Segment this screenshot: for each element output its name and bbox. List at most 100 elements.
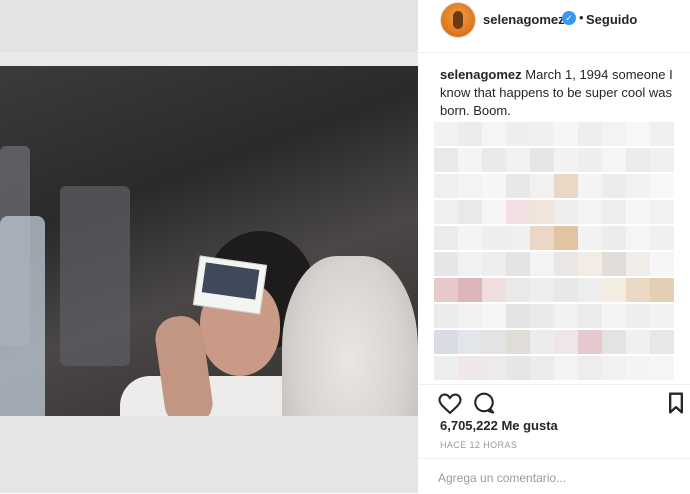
mosaic-tile	[482, 148, 506, 172]
mosaic-tile	[554, 200, 578, 224]
mosaic-tile	[434, 330, 458, 354]
mosaic-tile	[434, 304, 458, 328]
mosaic-tile	[458, 122, 482, 146]
car-window	[60, 186, 130, 366]
mosaic-tile	[626, 356, 650, 380]
post-side-panel: selenagomez ✓ • Seguido selenagomez Marc…	[418, 0, 690, 493]
post-caption: selenagomez March 1, 1994 someone I know…	[440, 66, 676, 120]
like-count[interactable]: 6,705,222 Me gusta	[440, 418, 558, 433]
mosaic-tile	[506, 252, 530, 276]
mosaic-tile	[650, 122, 674, 146]
photo-border-bottom	[0, 416, 418, 493]
mosaic-tile	[602, 304, 626, 328]
mosaic-tile	[650, 330, 674, 354]
mosaic-tile	[650, 200, 674, 224]
mosaic-tile	[506, 174, 530, 198]
photo-border-top	[0, 0, 418, 52]
mosaic-tile	[434, 200, 458, 224]
mosaic-tile	[602, 330, 626, 354]
mosaic-tile	[626, 278, 650, 302]
mosaic-tile	[626, 200, 650, 224]
mosaic-tile	[506, 226, 530, 250]
mosaic-tile	[434, 252, 458, 276]
mosaic-tile	[626, 148, 650, 172]
mosaic-tile	[578, 330, 602, 354]
mosaic-tile	[626, 304, 650, 328]
mosaic-tile	[626, 226, 650, 250]
mosaic-tile	[530, 200, 554, 224]
mosaic-tile	[554, 356, 578, 380]
mosaic-tile	[650, 148, 674, 172]
mosaic-tile	[650, 226, 674, 250]
mosaic-tile	[482, 304, 506, 328]
mosaic-tile	[626, 330, 650, 354]
mosaic-tile	[602, 122, 626, 146]
mosaic-tile	[602, 148, 626, 172]
mosaic-tile	[650, 252, 674, 276]
post-photo[interactable]	[0, 0, 418, 493]
mosaic-tile	[530, 252, 554, 276]
mosaic-tile	[578, 278, 602, 302]
mosaic-tile	[506, 122, 530, 146]
verified-badge-icon: ✓	[562, 11, 576, 25]
mosaic-tile	[434, 278, 458, 302]
mosaic-tile	[602, 252, 626, 276]
caption-username[interactable]: selenagomez	[440, 67, 522, 82]
mosaic-tile	[626, 174, 650, 198]
mosaic-tile	[554, 330, 578, 354]
polaroid-image	[0, 66, 418, 486]
comment-input[interactable]	[438, 469, 668, 487]
mosaic-tile	[434, 174, 458, 198]
mosaic-tile	[602, 174, 626, 198]
mosaic-tile	[578, 122, 602, 146]
mosaic-tile	[506, 330, 530, 354]
mosaic-tile	[482, 330, 506, 354]
mosaic-tile	[458, 356, 482, 380]
mosaic-tile	[458, 330, 482, 354]
mosaic-tile	[554, 278, 578, 302]
mosaic-tile	[482, 356, 506, 380]
mosaic-tile	[458, 226, 482, 250]
mosaic-tile	[530, 278, 554, 302]
mosaic-tile	[554, 252, 578, 276]
mosaic-tile	[434, 148, 458, 172]
mosaic-tile	[530, 122, 554, 146]
comment-box	[418, 458, 690, 494]
mosaic-tile	[578, 174, 602, 198]
comment-icon[interactable]	[470, 389, 498, 417]
mosaic-tile	[650, 174, 674, 198]
mosaic-tile	[554, 226, 578, 250]
follow-status-button[interactable]: Seguido	[586, 12, 637, 27]
mosaic-tile	[530, 148, 554, 172]
avatar[interactable]	[440, 2, 476, 38]
mosaic-tile	[458, 148, 482, 172]
header-username[interactable]: selenagomez	[483, 12, 565, 27]
mosaic-tile	[482, 278, 506, 302]
mosaic-tile	[458, 304, 482, 328]
mosaic-tile	[482, 174, 506, 198]
mosaic-tile	[578, 200, 602, 224]
mosaic-tile	[602, 356, 626, 380]
bookmark-icon[interactable]	[662, 389, 690, 417]
mosaic-tile	[554, 148, 578, 172]
heart-icon[interactable]	[436, 389, 464, 417]
post-timestamp[interactable]: HACE 12 HORAS	[440, 440, 517, 450]
mosaic-tile	[458, 278, 482, 302]
mosaic-tile	[530, 304, 554, 328]
mosaic-tile	[602, 200, 626, 224]
mosaic-tile	[626, 122, 650, 146]
mosaic-tile	[506, 278, 530, 302]
post-header: selenagomez ✓ • Seguido	[418, 0, 690, 53]
mosaic-tile	[578, 148, 602, 172]
mosaic-tile	[482, 226, 506, 250]
mosaic-tile	[554, 304, 578, 328]
mosaic-tile	[578, 304, 602, 328]
mosaic-tile	[626, 252, 650, 276]
mosaic-tile	[602, 278, 626, 302]
mosaic-tile	[530, 330, 554, 354]
mosaic-tile	[650, 278, 674, 302]
mosaic-tile	[578, 252, 602, 276]
mosaic-tile	[434, 122, 458, 146]
mosaic-tile	[554, 174, 578, 198]
mosaic-tile	[458, 252, 482, 276]
